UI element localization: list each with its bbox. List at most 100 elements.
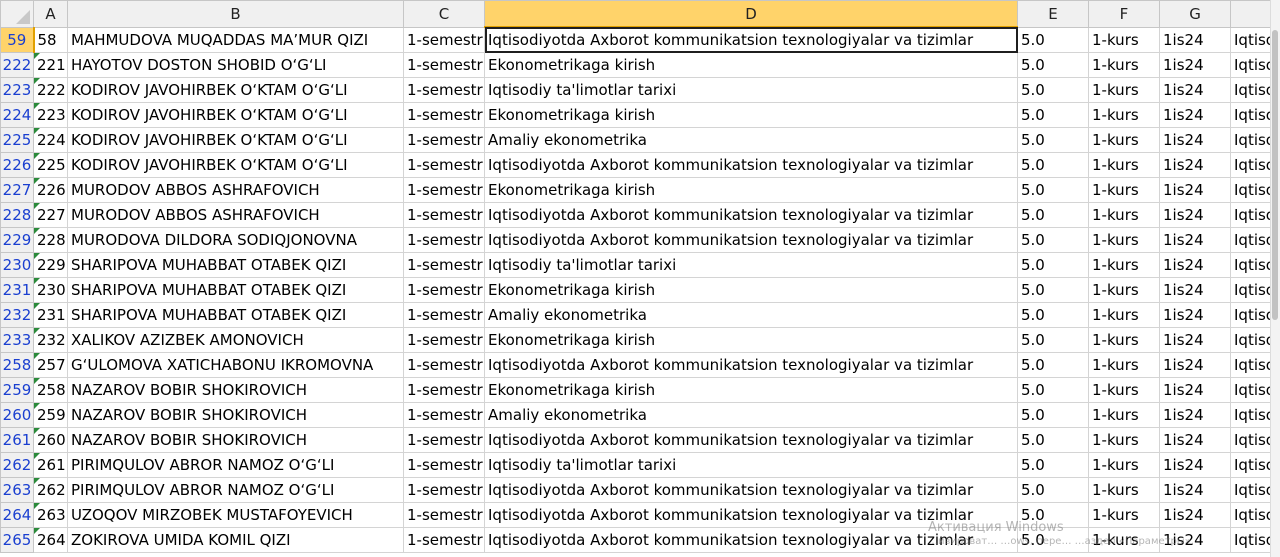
cell-b[interactable]: KODIROV JAVOHIRBEK O‘KTAM O‘G‘LI [67,152,404,178]
cell-c[interactable]: 1-semestr [403,52,485,78]
cell-h[interactable]: Iqtiso [1230,527,1276,553]
cell-d[interactable]: Ekonometrikaga kirish [484,177,1018,203]
row-header[interactable]: 59 [0,26,35,53]
cell-g[interactable]: 1is24 [1159,452,1231,478]
column-header-e[interactable]: E [1017,0,1089,28]
row-header[interactable]: 225 [0,127,34,153]
cell-b[interactable]: PIRIMQULOV ABROR NAMOZ O‘G‘LI [67,452,404,478]
cell-g[interactable]: 1is24 [1159,277,1231,303]
cell-g[interactable]: 1is24 [1159,102,1231,128]
cell-h[interactable]: Iqtiso [1230,402,1276,428]
cell-g[interactable]: 1is24 [1159,527,1231,553]
cell-c[interactable]: 1-semestr [403,302,485,328]
cell-b[interactable]: MAHMUDOVA MUQADDAS MAʼMUR QIZI [67,26,404,53]
cell-h[interactable]: Iqtiso [1230,502,1276,528]
cell-h[interactable]: Iqtiso [1230,277,1276,303]
cell-d[interactable]: Iqtisodiyotda Axborot kommunikatsion tex… [484,477,1018,503]
cell-h[interactable]: Iqtiso [1230,327,1276,353]
cell-e[interactable]: 5.0 [1017,26,1089,53]
cell-h[interactable]: Iqtiso [1230,252,1276,278]
cell-c[interactable]: 1-semestr [403,527,485,553]
cell-f[interactable]: 1-kurs [1088,377,1160,403]
cell-a[interactable]: 58 [33,26,68,53]
row-header[interactable]: 222 [0,52,34,78]
cell-b[interactable]: XALIKOV AZIZBEK AMONOVICH [67,327,404,353]
row-header[interactable]: 227 [0,177,34,203]
column-header-f[interactable]: F [1088,0,1160,28]
cell-g[interactable]: 1is24 [1159,252,1231,278]
row-header[interactable]: 228 [0,202,34,228]
cell-d[interactable]: Iqtisodiyotda Axborot kommunikatsion tex… [484,26,1018,53]
cell-h[interactable]: Iqtiso [1230,302,1276,328]
cell-b[interactable]: G‘ULOMOVA XATICHABONU IKROMOVNA [67,352,404,378]
cell-g[interactable]: 1is24 [1159,327,1231,353]
cell-f[interactable]: 1-kurs [1088,352,1160,378]
cell-b[interactable]: ZOKIROVA UMIDA KOMIL QIZI [67,527,404,553]
cell-d[interactable]: Iqtisodiy ta'limotlar tarixi [484,452,1018,478]
cell-h[interactable]: Iqtiso [1230,227,1276,253]
cell-e[interactable]: 5.0 [1017,52,1089,78]
cell-d[interactable]: Amaliy ekonometrika [484,127,1018,153]
cell-d[interactable]: Iqtisodiyotda Axborot kommunikatsion tex… [484,202,1018,228]
cell-g[interactable]: 1is24 [1159,52,1231,78]
cell-a[interactable]: 229 [33,252,68,278]
cell-b[interactable]: KODIROV JAVOHIRBEK O‘KTAM O‘G‘LI [67,102,404,128]
cell-e[interactable]: 5.0 [1017,477,1089,503]
cell-a[interactable]: 264 [33,527,68,553]
column-header-g[interactable]: G [1159,0,1231,28]
cell-h[interactable]: Iqtiso [1230,377,1276,403]
cell-f[interactable]: 1-kurs [1088,327,1160,353]
cell-f[interactable]: 1-kurs [1088,302,1160,328]
cell-f[interactable]: 1-kurs [1088,252,1160,278]
cell-e[interactable]: 5.0 [1017,127,1089,153]
cell-e[interactable]: 5.0 [1017,402,1089,428]
cell-e[interactable]: 5.0 [1017,77,1089,103]
vertical-scrollbar[interactable] [1270,0,1280,557]
cell-b[interactable]: SHARIPOVA MUHABBAT OTABEK QIZI [67,277,404,303]
cell-f[interactable]: 1-kurs [1088,227,1160,253]
cell-e[interactable]: 5.0 [1017,277,1089,303]
row-header[interactable]: 233 [0,327,34,353]
cell-d[interactable]: Iqtisodiyotda Axborot kommunikatsion tex… [484,352,1018,378]
cell-f[interactable]: 1-kurs [1088,77,1160,103]
cell-a[interactable]: 232 [33,327,68,353]
cell-a[interactable]: 259 [33,402,68,428]
cell-g[interactable]: 1is24 [1159,127,1231,153]
cell-b[interactable]: SHARIPOVA MUHABBAT OTABEK QIZI [67,252,404,278]
column-header-d[interactable]: D [484,0,1018,28]
scrollbar-thumb[interactable] [1272,30,1278,320]
cell-e[interactable]: 5.0 [1017,502,1089,528]
cell-d[interactable]: Iqtisodiyotda Axborot kommunikatsion tex… [484,227,1018,253]
cell-f[interactable]: 1-kurs [1088,102,1160,128]
cell-a[interactable]: 231 [33,302,68,328]
cell-e[interactable]: 5.0 [1017,252,1089,278]
cell-c[interactable]: 1-semestr [403,327,485,353]
row-header[interactable]: 265 [0,527,34,553]
cell-a[interactable]: 225 [33,152,68,178]
row-header[interactable]: 261 [0,427,34,453]
row-header[interactable]: 224 [0,102,34,128]
row-header[interactable]: 231 [0,277,34,303]
cell-a[interactable]: 224 [33,127,68,153]
cell-d[interactable]: Iqtisodiyotda Axborot kommunikatsion tex… [484,527,1018,553]
cell-a[interactable]: 261 [33,452,68,478]
cell-e[interactable]: 5.0 [1017,177,1089,203]
cell-c[interactable]: 1-semestr [403,152,485,178]
cell-c[interactable]: 1-semestr [403,427,485,453]
cell-f[interactable]: 1-kurs [1088,26,1160,53]
cell-e[interactable]: 5.0 [1017,377,1089,403]
select-all-corner[interactable] [0,0,34,28]
cell-f[interactable]: 1-kurs [1088,127,1160,153]
cell-a[interactable]: 258 [33,377,68,403]
cell-a[interactable]: 226 [33,177,68,203]
cell-h[interactable]: Iqtiso [1230,77,1276,103]
cell-b[interactable]: NAZAROV BOBIR SHOKIROVICH [67,427,404,453]
cell-f[interactable]: 1-kurs [1088,177,1160,203]
cell-h[interactable]: Iqtiso [1230,52,1276,78]
cell-g[interactable]: 1is24 [1159,177,1231,203]
cell-h[interactable]: Iqtiso [1230,127,1276,153]
cell-b[interactable]: MURODOV ABBOS ASHRAFOVICH [67,177,404,203]
row-header[interactable]: 263 [0,477,34,503]
row-header[interactable]: 264 [0,502,34,528]
cell-d[interactable]: Iqtisodiy ta'limotlar tarixi [484,77,1018,103]
